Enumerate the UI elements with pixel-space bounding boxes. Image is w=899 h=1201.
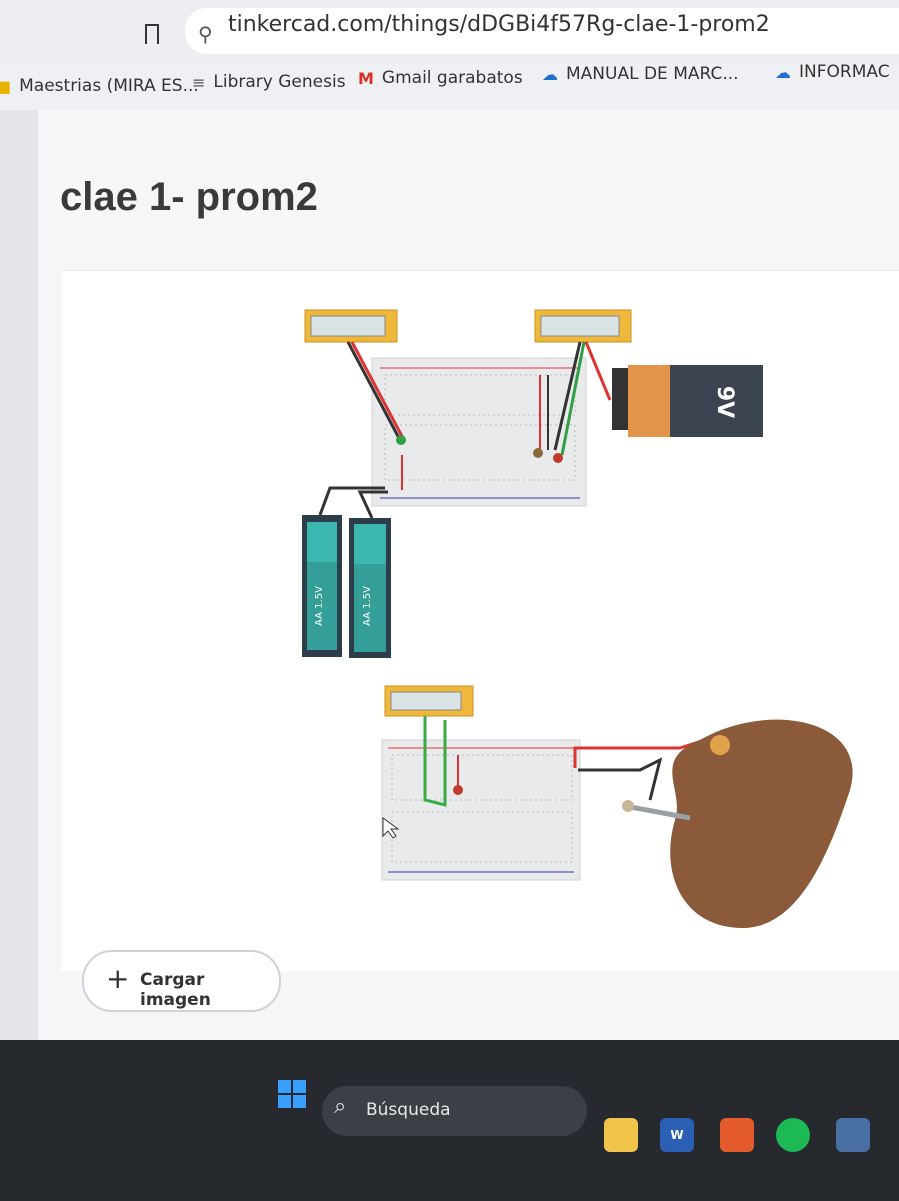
led-red[interactable] [553, 453, 563, 463]
led-green[interactable] [396, 435, 406, 445]
aa-battery-2-label: AA 1.5V [362, 586, 373, 626]
potato-battery[interactable] [622, 719, 853, 929]
upload-image-button[interactable]: + Cargar imagen [82, 950, 281, 1012]
battery-9v-label: 9V [712, 386, 737, 418]
multimeter-1[interactable] [304, 309, 398, 343]
windows-start-icon[interactable] [278, 1080, 306, 1108]
circuit-drawing: 9V AA 1.5V AA 1.5V [302, 309, 853, 929]
multimeter-2[interactable] [534, 309, 632, 343]
plus-icon: + [106, 962, 130, 995]
aa-battery-1[interactable]: AA 1.5V [302, 515, 342, 657]
brave-icon[interactable] [720, 1118, 754, 1152]
file-explorer-icon[interactable] [604, 1118, 638, 1152]
aa-battery-1-label: AA 1.5V [314, 586, 325, 626]
breadboard-1[interactable] [371, 357, 587, 507]
aa-battery-2[interactable]: AA 1.5V [349, 518, 391, 658]
search-placeholder: Búsqueda [366, 1100, 451, 1120]
breadboard-2[interactable] [381, 739, 581, 881]
app-icon[interactable] [836, 1118, 870, 1152]
upload-image-label: Cargar imagen [140, 970, 211, 1010]
monitor-screen: ⚲ tinkercad.com/things/dDGBi4f57Rg-clae-… [0, 0, 899, 1060]
search-icon: ⌕ [334, 1094, 347, 1119]
word-icon[interactable]: W [660, 1118, 694, 1152]
battery-9v[interactable]: 9V [612, 365, 763, 437]
taskbar-search[interactable]: ⌕ Búsqueda [322, 1086, 587, 1136]
spotify-icon[interactable] [776, 1118, 810, 1152]
multimeter-3[interactable] [384, 685, 474, 717]
resistor-1[interactable] [533, 448, 543, 458]
led-red-2[interactable] [453, 785, 463, 795]
